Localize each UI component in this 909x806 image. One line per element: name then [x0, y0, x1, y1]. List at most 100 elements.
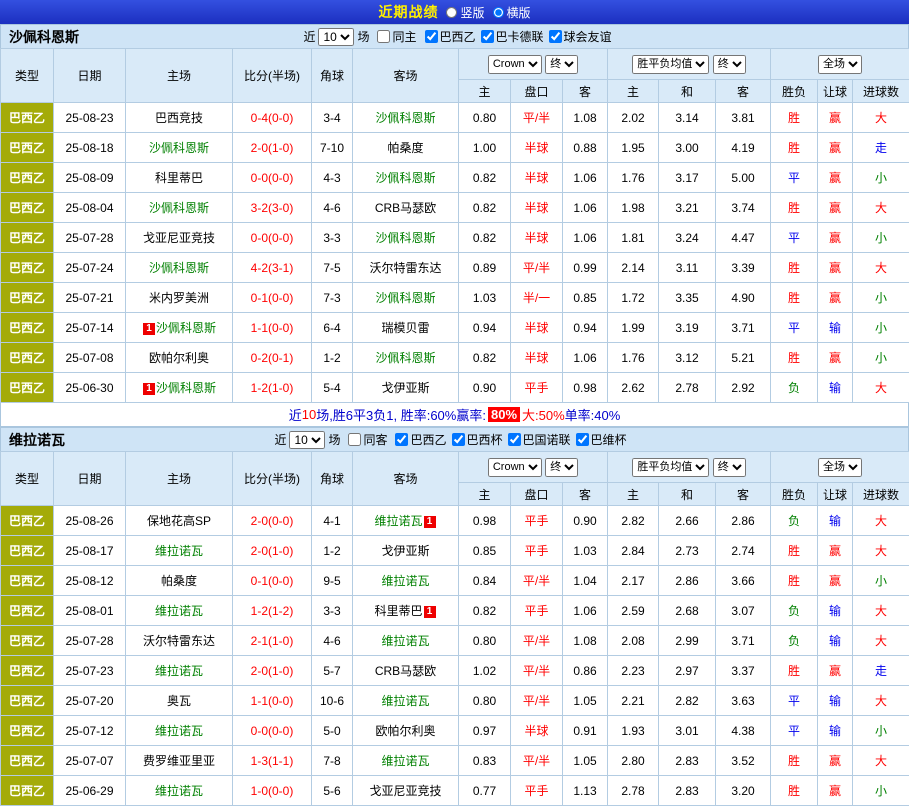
home-team-cell[interactable]: 沙佩科恩斯 [126, 133, 233, 163]
away-team-cell[interactable]: CRB马瑟欧 [353, 656, 459, 686]
away-team-cell[interactable]: 沙佩科恩斯 [353, 163, 459, 193]
bookmaker-select[interactable]: Crown [488, 55, 542, 74]
league-checkbox[interactable] [576, 433, 589, 446]
goals-result-cell: 小 [853, 776, 909, 806]
match-date-cell: 25-07-24 [54, 253, 126, 283]
away-team-cell[interactable]: 戈伊亚斯 [353, 536, 459, 566]
league-checkbox[interactable] [481, 30, 494, 43]
league-filter[interactable]: 巴西乙 [420, 28, 476, 45]
home-team-cell[interactable]: 保地花高SP [126, 506, 233, 536]
col-asian-away: 客 [563, 80, 608, 103]
layout-option-horizontal[interactable]: 横版 [493, 4, 531, 21]
euro-final-select[interactable]: 终 [713, 458, 746, 477]
home-team-cell[interactable]: 巴西竞技 [126, 103, 233, 133]
away-team-cell[interactable]: 沙佩科恩斯 [353, 283, 459, 313]
scope-select[interactable]: 全场 [818, 458, 862, 477]
euro-draw-odds-cell: 2.83 [659, 746, 716, 776]
away-team-cell[interactable]: 瑞模贝雷 [353, 313, 459, 343]
match-date-cell: 25-08-26 [54, 506, 126, 536]
bookmaker-select[interactable]: Crown [488, 458, 542, 477]
avg-odds-select[interactable]: 胜平负均值 [632, 458, 709, 477]
away-team-cell[interactable]: 欧帕尔利奥 [353, 716, 459, 746]
euro-away-odds-cell: 4.90 [716, 283, 771, 313]
home-team-cell[interactable]: 沙佩科恩斯 [126, 253, 233, 283]
home-team-cell[interactable]: 帕桑度 [126, 566, 233, 596]
home-team-cell[interactable]: 米内罗美洲 [126, 283, 233, 313]
home-team-cell[interactable]: 维拉诺瓦 [126, 596, 233, 626]
handicap-result-cell: 输 [818, 506, 853, 536]
home-team-cell[interactable]: 维拉诺瓦 [126, 656, 233, 686]
euro-home-odds-cell: 2.80 [608, 746, 659, 776]
scope-select[interactable]: 全场 [818, 55, 862, 74]
same-venue-checkbox[interactable] [377, 30, 390, 43]
league-filter[interactable]: 球会友谊 [544, 28, 612, 45]
col-euro-away: 客 [716, 483, 771, 506]
league-filter[interactable]: 巴西乙 [390, 431, 446, 448]
league-filter[interactable]: 巴国诺联 [503, 431, 571, 448]
asian-final-select[interactable]: 终 [545, 458, 578, 477]
home-team-cell[interactable]: 欧帕尔利奥 [126, 343, 233, 373]
home-team-cell[interactable]: 维拉诺瓦 [126, 536, 233, 566]
home-team-cell[interactable]: 1沙佩科恩斯 [126, 373, 233, 403]
asian-final-select[interactable]: 终 [545, 55, 578, 74]
away-team-cell[interactable]: 维拉诺瓦 [353, 626, 459, 656]
euro-away-odds-cell: 4.38 [716, 716, 771, 746]
league-filter[interactable]: 巴卡德联 [476, 28, 544, 45]
away-team-cell[interactable]: 科里蒂巴1 [353, 596, 459, 626]
same-venue-filter[interactable]: 同主 [372, 28, 416, 45]
same-venue-checkbox[interactable] [348, 433, 361, 446]
home-team-cell[interactable]: 沙佩科恩斯 [126, 193, 233, 223]
league-type-cell: 巴西乙 [1, 193, 54, 223]
league-filter[interactable]: 巴西杯 [447, 431, 503, 448]
league-filter[interactable]: 巴维杯 [571, 431, 627, 448]
away-team-cell[interactable]: 维拉诺瓦1 [353, 506, 459, 536]
home-team-cell[interactable]: 维拉诺瓦 [126, 716, 233, 746]
layout-option-vertical[interactable]: 竖版 [446, 4, 484, 21]
home-team-cell[interactable]: 奥瓦 [126, 686, 233, 716]
euro-home-odds-cell: 2.17 [608, 566, 659, 596]
league-checkbox[interactable] [425, 30, 438, 43]
col-home: 主场 [126, 49, 233, 103]
away-team-cell[interactable]: 维拉诺瓦 [353, 746, 459, 776]
handicap-result-cell: 赢 [818, 223, 853, 253]
avg-odds-select[interactable]: 胜平负均值 [632, 55, 709, 74]
same-venue-filter[interactable]: 同客 [343, 431, 387, 448]
away-team-cell[interactable]: 帕桑度 [353, 133, 459, 163]
corner-cell: 1-2 [312, 343, 353, 373]
away-team-cell[interactable]: 沙佩科恩斯 [353, 103, 459, 133]
match-row: 巴西乙25-08-12帕桑度0-1(0-0)9-5维拉诺瓦0.84平/半1.04… [1, 566, 909, 596]
home-team-cell[interactable]: 戈亚尼亚竞技 [126, 223, 233, 253]
euro-away-odds-cell: 4.47 [716, 223, 771, 253]
home-team-cell[interactable]: 维拉诺瓦 [126, 776, 233, 806]
league-checkbox[interactable] [549, 30, 562, 43]
home-team-cell[interactable]: 费罗维亚里亚 [126, 746, 233, 776]
league-checkbox[interactable] [395, 433, 408, 446]
away-team-cell[interactable]: 沃尔特雷东达 [353, 253, 459, 283]
away-team-cell[interactable]: 沙佩科恩斯 [353, 223, 459, 253]
league-label: 巴西乙 [440, 28, 476, 45]
horizontal-layout-radio[interactable] [493, 7, 504, 18]
match-count-select[interactable]: 10 [289, 431, 325, 449]
summary-segment: 10 [302, 407, 316, 422]
match-count-select[interactable]: 10 [318, 28, 354, 46]
asian-away-odds-cell: 1.06 [563, 193, 608, 223]
home-team-cell[interactable]: 1沙佩科恩斯 [126, 313, 233, 343]
team-name: 维拉诺瓦 [1, 430, 73, 450]
away-team-cell[interactable]: 维拉诺瓦 [353, 686, 459, 716]
away-team-cell[interactable]: CRB马瑟欧 [353, 193, 459, 223]
home-team-cell[interactable]: 沃尔特雷东达 [126, 626, 233, 656]
away-team-cell[interactable]: 戈伊亚斯 [353, 373, 459, 403]
away-team-cell[interactable]: 沙佩科恩斯 [353, 343, 459, 373]
home-team-cell[interactable]: 科里蒂巴 [126, 163, 233, 193]
vertical-layout-radio[interactable] [446, 7, 457, 18]
match-date-cell: 25-07-28 [54, 626, 126, 656]
asian-away-odds-cell: 1.06 [563, 223, 608, 253]
euro-final-select[interactable]: 终 [713, 55, 746, 74]
league-checkbox[interactable] [508, 433, 521, 446]
away-team-cell[interactable]: 维拉诺瓦 [353, 566, 459, 596]
corner-cell: 6-4 [312, 313, 353, 343]
match-row: 巴西乙25-08-01维拉诺瓦1-2(1-2)3-3科里蒂巴10.82平手1.0… [1, 596, 909, 626]
away-team-cell[interactable]: 戈亚尼亚竞技 [353, 776, 459, 806]
league-checkbox[interactable] [452, 433, 465, 446]
league-type-cell: 巴西乙 [1, 163, 54, 193]
